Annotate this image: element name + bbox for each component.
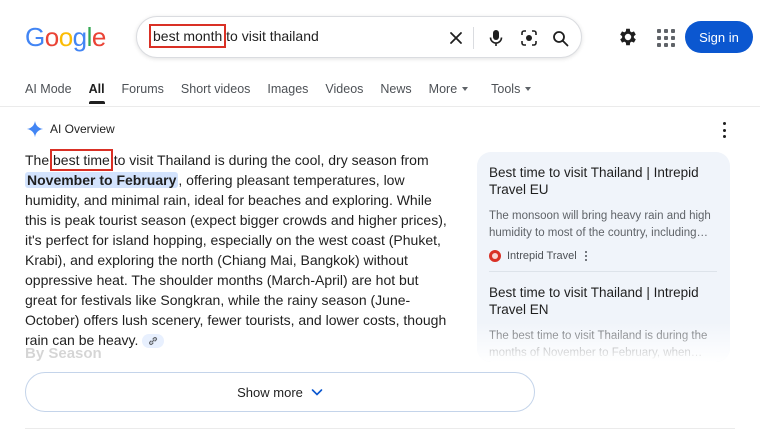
tab-all[interactable]: All [88, 82, 105, 104]
logo-letter: g [72, 22, 87, 52]
text-segment: The [25, 152, 54, 168]
lens-camera-icon[interactable] [518, 27, 540, 49]
apps-grid-icon[interactable] [655, 27, 675, 47]
search-icon[interactable] [549, 27, 571, 49]
ai-overview-text: The best time to visit Thailand is durin… [25, 149, 449, 350]
tab-label: Tools [491, 82, 521, 96]
tab-label: Videos [325, 82, 364, 96]
google-logo[interactable]: Google [25, 22, 106, 53]
source-card[interactable]: Best time to visit Thailand | Intrepid T… [489, 284, 717, 362]
logo-letter: G [25, 22, 45, 52]
tab-short-videos[interactable]: Short videos [181, 82, 250, 96]
link-icon[interactable] [142, 334, 165, 349]
tab-more[interactable]: More [428, 82, 469, 96]
chevron-down-icon [462, 87, 469, 91]
chevron-down-icon [311, 389, 323, 396]
tabs-divider [0, 106, 760, 107]
source-panel: Best time to visit Thailand | Intrepid T… [477, 152, 730, 362]
microphone-icon[interactable] [485, 27, 507, 49]
ai-overview-title: AI Overview [50, 122, 115, 136]
tab-ai-mode[interactable]: AI Mode [25, 82, 72, 96]
tab-videos[interactable]: Videos [325, 82, 363, 96]
text-segment: , offering pleasant temperatures, low hu… [25, 172, 447, 348]
tab-label: Images [267, 82, 309, 96]
show-more-label: Show more [237, 384, 303, 400]
chevron-down-icon [525, 87, 532, 91]
query-rest: to visit thailand [222, 28, 319, 44]
gear-icon[interactable] [617, 26, 639, 48]
tab-tools[interactable]: Tools [491, 82, 532, 96]
text-segment: to visit Thailand is during the cool, dr… [109, 152, 429, 168]
sign-in-button[interactable]: Sign in [685, 21, 753, 53]
logo-letter: e [91, 22, 106, 52]
tab-label: News [380, 82, 412, 96]
logo-letter: o [58, 22, 73, 52]
tab-label: Forums [121, 82, 164, 96]
tab-images[interactable]: Images [267, 82, 308, 96]
card-divider [489, 271, 717, 272]
show-more-button[interactable]: Show more [25, 372, 535, 412]
tab-label: Short videos [180, 82, 251, 96]
source-title[interactable]: Best time to visit Thailand | Intrepid T… [489, 284, 717, 318]
highlighted-phrase: best time [50, 149, 113, 171]
section-heading: By Season [25, 345, 102, 362]
source-title[interactable]: Best time to visit Thailand | Intrepid T… [489, 164, 717, 198]
more-options-icon[interactable] [720, 122, 728, 138]
gemini-sparkle-icon [26, 120, 44, 138]
tab-label: AI Mode [25, 82, 72, 96]
search-box[interactable]: best month to visit thailand [136, 16, 582, 58]
query-highlight: best month [148, 24, 227, 48]
ai-overview-header: AI Overview [26, 120, 115, 138]
source-site: Intrepid Travel [489, 250, 717, 262]
source-snippet: The best time to visit Thailand is durin… [489, 330, 708, 359]
clear-icon[interactable] [445, 27, 467, 49]
search-divider [473, 27, 474, 49]
tab-forums[interactable]: Forums [122, 82, 164, 96]
bottom-divider [25, 428, 735, 429]
marked-phrase: November to February [25, 172, 179, 188]
site-favicon-icon [489, 250, 501, 262]
tab-news[interactable]: News [380, 82, 411, 96]
search-tabs: AI Mode All Forums Short videos Images V… [25, 82, 548, 104]
tab-label: All [88, 82, 105, 96]
search-input[interactable]: best month to visit thailand [148, 24, 319, 48]
source-options-icon[interactable] [584, 251, 587, 261]
source-card[interactable]: Best time to visit Thailand | Intrepid T… [489, 164, 717, 262]
logo-letter: o [44, 22, 59, 52]
tab-label: More [428, 82, 458, 96]
site-name: Intrepid Travel [507, 250, 577, 262]
source-snippet: The monsoon will bring heavy rain and hi… [489, 210, 711, 239]
